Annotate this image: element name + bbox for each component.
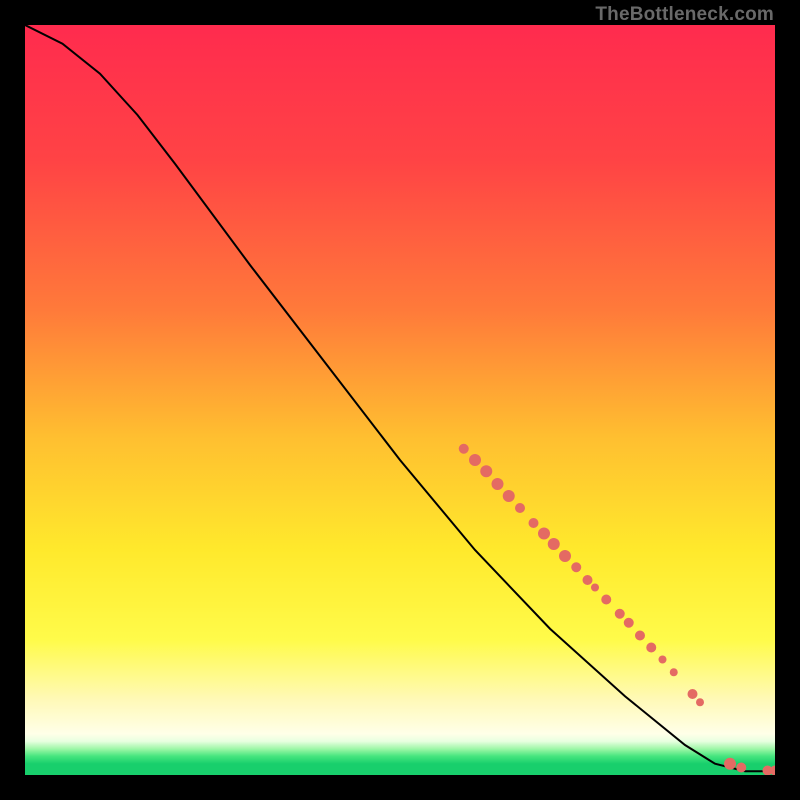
chart-marker — [646, 643, 656, 653]
chart-marker — [635, 631, 645, 641]
chart-marker — [548, 538, 560, 550]
chart-marker — [538, 528, 550, 540]
chart-marker — [670, 668, 678, 676]
chart-marker — [724, 758, 736, 770]
chart-marker — [492, 478, 504, 490]
chart-marker — [480, 465, 492, 477]
chart-marker — [469, 454, 481, 466]
chart-marker — [591, 584, 599, 592]
chart-container: TheBottleneck.com — [0, 0, 800, 800]
chart-marker — [601, 595, 611, 605]
chart-marker — [688, 689, 698, 699]
chart-marker — [515, 503, 525, 513]
chart-marker — [583, 575, 593, 585]
chart-marker — [615, 609, 625, 619]
chart-marker — [696, 698, 704, 706]
chart-marker — [503, 490, 515, 502]
chart-marker — [571, 562, 581, 572]
chart-marker — [659, 656, 667, 664]
bottleneck-chart — [25, 25, 775, 775]
chart-marker — [529, 518, 539, 528]
chart-marker — [624, 618, 634, 628]
chart-marker — [559, 550, 571, 562]
attribution-label: TheBottleneck.com — [595, 4, 774, 26]
chart-marker — [459, 444, 469, 454]
chart-marker — [736, 763, 746, 773]
